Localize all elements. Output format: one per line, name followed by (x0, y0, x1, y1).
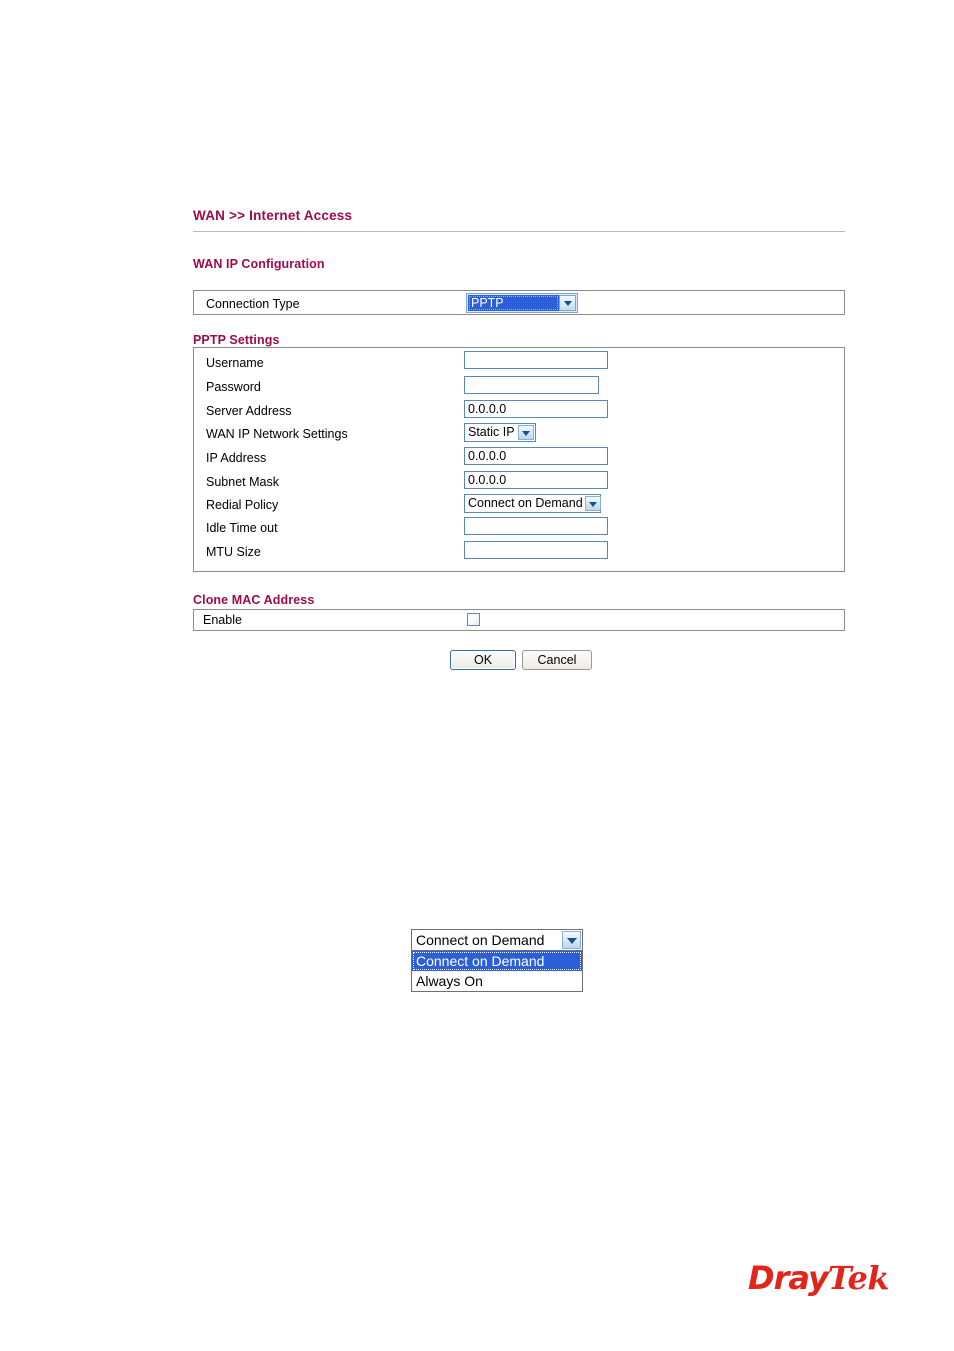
chevron-down-icon (559, 295, 576, 311)
idle-time-out-input[interactable] (464, 517, 608, 535)
title-divider (193, 231, 845, 232)
redial-policy-option-list: Connect on Demand Always On (411, 951, 583, 992)
label-ip-address: IP Address (206, 451, 267, 465)
page-title: WAN >> Internet Access (193, 208, 353, 223)
cancel-button[interactable]: Cancel (522, 650, 592, 670)
label-mtu-size: MTU Size (206, 545, 261, 559)
label-username: Username (206, 356, 264, 370)
clone-mac-enable-checkbox[interactable] (467, 613, 480, 626)
connection-type-select[interactable]: PPTP (466, 293, 578, 313)
server-address-input[interactable] (464, 400, 608, 418)
connection-type-select-value: PPTP (468, 295, 559, 311)
chevron-down-icon (584, 496, 601, 511)
section-heading-clone-mac-address: Clone MAC Address (193, 593, 315, 607)
subnet-mask-input[interactable] (464, 471, 608, 489)
redial-policy-dropdown-expanded: Connect on Demand Connect on Demand Alwa… (411, 929, 583, 992)
label-wan-ip-network-settings: WAN IP Network Settings (206, 427, 348, 441)
redial-policy-value: Connect on Demand (468, 496, 583, 510)
redial-policy-dropdown-button[interactable]: Connect on Demand (411, 929, 583, 951)
label-subnet-mask: Subnet Mask (206, 475, 279, 489)
redial-policy-option-connect-on-demand[interactable]: Connect on Demand (412, 951, 582, 971)
redial-policy-option-always-on[interactable]: Always On (412, 971, 582, 991)
draytek-logo-dray: Dray (748, 1259, 829, 1297)
chevron-down-icon (562, 931, 581, 949)
ok-button[interactable]: OK (450, 650, 516, 670)
ip-address-input[interactable] (464, 447, 608, 465)
section-heading-pptp-settings: PPTP Settings (193, 333, 280, 347)
mtu-size-input[interactable] (464, 541, 608, 559)
label-enable: Enable (203, 613, 242, 627)
password-input[interactable] (464, 376, 599, 394)
label-idle-time-out: Idle Time out (206, 521, 278, 535)
wan-ip-network-settings-select[interactable]: Static IP (464, 423, 536, 442)
username-input[interactable] (464, 351, 608, 369)
redial-policy-select[interactable]: Connect on Demand (464, 494, 601, 513)
clone-mac-address-panel (193, 609, 845, 631)
wan-ip-network-settings-value: Static IP (468, 425, 515, 439)
label-connection-type: Connection Type (206, 297, 300, 311)
draytek-logo: DrayTek (748, 1259, 889, 1297)
section-heading-wan-ip-configuration: WAN IP Configuration (193, 257, 325, 271)
chevron-down-icon (518, 425, 534, 440)
label-redial-policy: Redial Policy (206, 498, 279, 512)
draytek-logo-tek: Tek (827, 1259, 890, 1297)
redial-policy-dropdown-value: Connect on Demand (416, 932, 545, 948)
label-server-address: Server Address (206, 404, 292, 418)
label-password: Password (206, 380, 261, 394)
